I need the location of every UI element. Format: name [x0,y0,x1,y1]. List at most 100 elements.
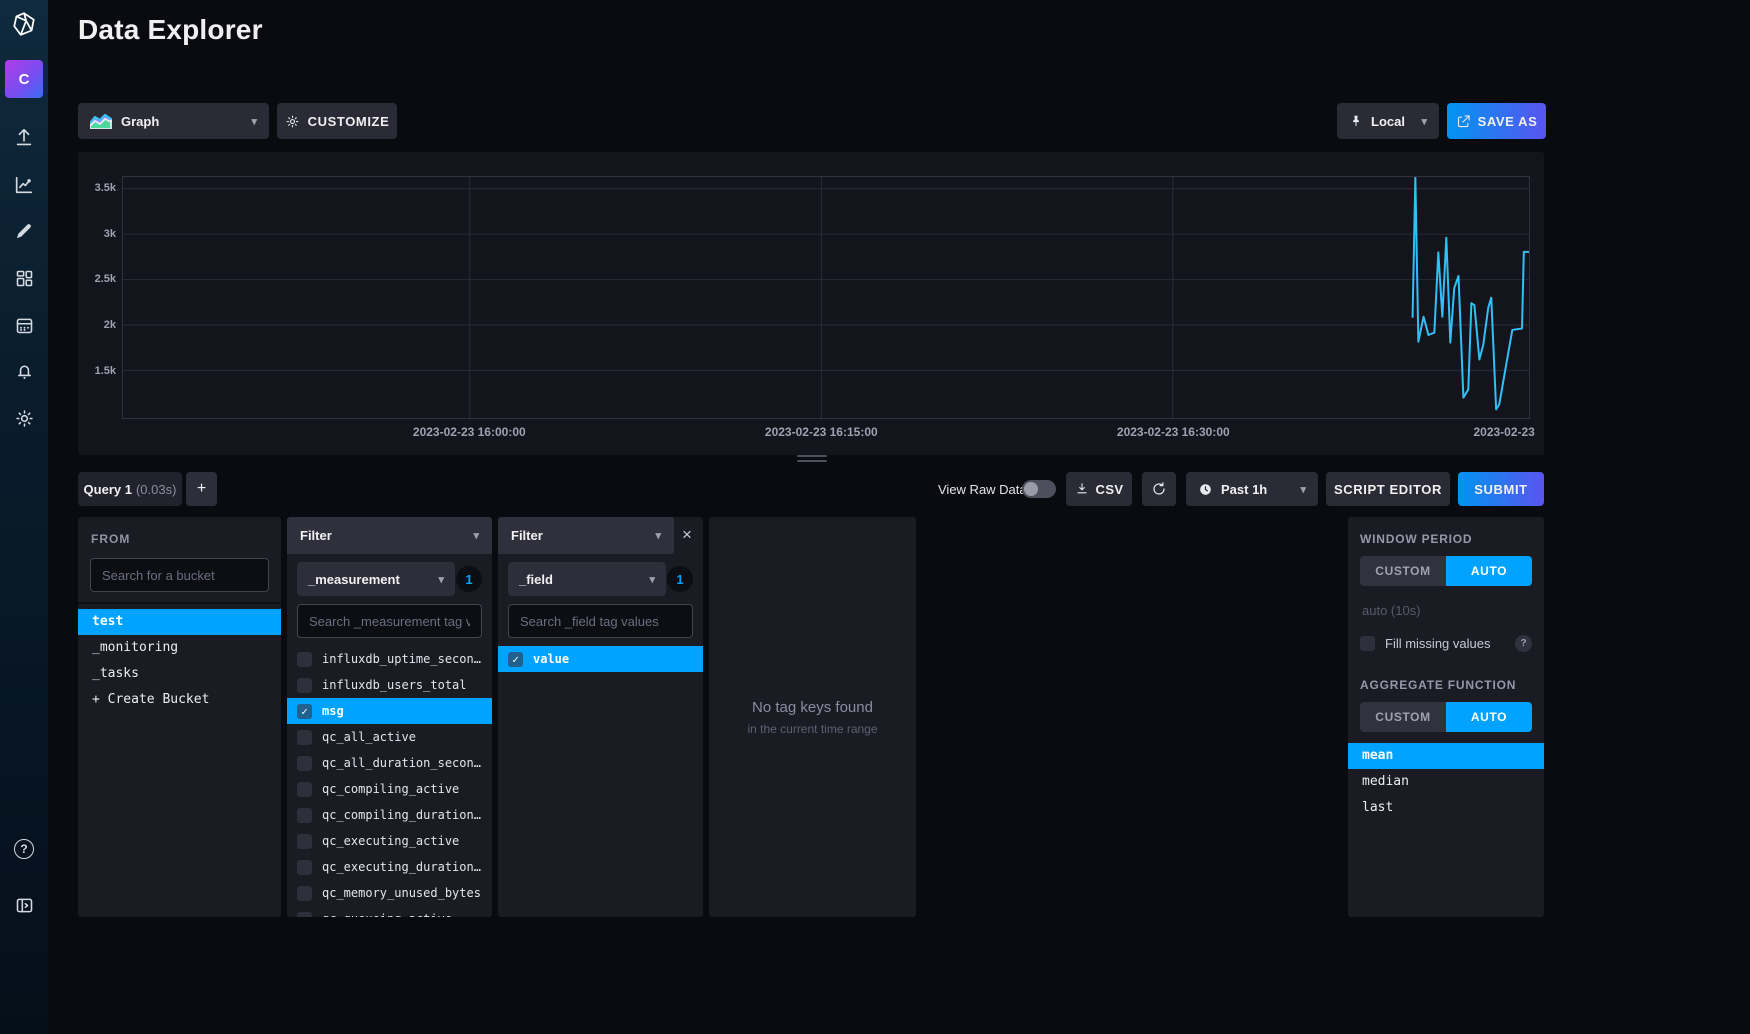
save-as-button[interactable]: SAVE AS [1447,103,1546,139]
chevron-down-icon: ▾ [473,529,479,542]
checkbox-unchecked[interactable] [297,886,312,901]
aggregate-function-item[interactable]: mean [1348,743,1544,769]
csv-button[interactable]: CSV [1066,472,1132,506]
window-period-panel: WINDOW PERIOD CUSTOM AUTO auto (10s) Fil… [1348,517,1544,917]
measurement-item[interactable]: qc_all_duration_secon… [287,750,492,776]
measurement-item[interactable]: qc_queueing_active [287,906,492,917]
measurement-key-dropdown[interactable]: _measurement ▾ [297,562,455,596]
field-key-dropdown[interactable]: _field ▾ [508,562,666,596]
bucket-item[interactable]: test [78,609,281,635]
add-query-button[interactable]: + [186,472,217,506]
bucket-item[interactable]: _monitoring [78,635,281,661]
item-label: qc_executing_active [322,834,459,848]
auto-tab[interactable]: AUTO [1446,702,1532,732]
field-value-item[interactable]: ✓value [498,646,703,672]
chevron-down-icon: ▾ [438,573,444,586]
item-label: influxdb_users_total [322,678,467,692]
y-tick-label: 2.5k [78,273,116,285]
clock-icon [1198,482,1213,497]
window-period-value: auto (10s) [1362,603,1530,618]
time-range-dropdown[interactable]: Past 1h ▾ [1186,472,1318,506]
measurement-item[interactable]: influxdb_users_total [287,672,492,698]
refresh-icon [1151,481,1167,497]
aggregate-function-item[interactable]: last [1348,795,1544,821]
item-label: msg [322,704,344,718]
nav-tasks-icon[interactable] [0,308,48,342]
auto-tab[interactable]: AUTO [1446,556,1532,586]
item-label: qc_all_duration_secon… [322,756,481,770]
checkbox-unchecked[interactable] [297,782,312,797]
checkbox-unchecked[interactable] [297,834,312,849]
y-tick-label: 3k [78,228,116,240]
customize-button[interactable]: CUSTOMIZE [277,103,397,139]
aggregate-function-item[interactable]: median [1348,769,1544,795]
bucket-item[interactable]: _tasks [78,661,281,687]
checkbox-checked[interactable]: ✓ [508,652,523,667]
refresh-button[interactable] [1142,472,1176,506]
checkbox-unchecked[interactable] [297,678,312,693]
nav-alerts-icon[interactable] [0,354,48,388]
checkbox-checked[interactable]: ✓ [297,704,312,719]
submit-button[interactable]: SUBMIT [1458,472,1544,506]
bucket-item[interactable]: + Create Bucket [78,687,281,713]
x-tick-label: 2023-02-23 16:30:00 [1117,425,1230,439]
nav-settings-icon[interactable] [0,401,48,435]
measurement-item[interactable]: qc_executing_duration… [287,854,492,880]
chevron-down-icon: ▾ [1300,483,1306,496]
measurement-item[interactable]: qc_memory_unused_bytes [287,880,492,906]
view-raw-data-toggle[interactable] [1022,480,1056,498]
nav-notebooks-icon[interactable] [0,214,48,248]
filter-type-dropdown[interactable]: Filter ▾ [498,517,674,554]
script-editor-button[interactable]: SCRIPT EDITOR [1326,472,1450,506]
view-raw-data-label: View Raw Data [938,479,1027,499]
measurement-item[interactable]: qc_compiling_duration… [287,802,492,828]
graph-type-label: Graph [121,114,159,129]
x-tick-label: 2023-02-23 16:15:00 [765,425,878,439]
x-tick-label: 2023-02-23 [1473,425,1534,439]
measurement-search-input[interactable] [298,614,481,629]
custom-tab[interactable]: CUSTOM [1360,556,1446,586]
nav-upload-icon[interactable] [0,121,48,155]
y-tick-label: 3.5k [78,182,116,194]
measurement-item[interactable]: qc_all_active [287,724,492,750]
nav-sidebar: C ? [0,0,48,1034]
window-period-title: WINDOW PERIOD [1360,532,1532,546]
measurement-list: influxdb_uptime_secon… influxdb_users_tot… [287,646,492,917]
nav-data-explorer-icon[interactable] [0,168,48,202]
bucket-search-input[interactable] [91,568,268,583]
checkbox-unchecked[interactable] [297,730,312,745]
checkbox-unchecked[interactable] [297,756,312,771]
local-dropdown[interactable]: Local ▾ [1337,103,1439,139]
field-filter-panel: Filter ▾ × _field ▾ 1 ✓value [498,517,703,917]
plot-area[interactable] [122,176,1530,419]
measurement-item[interactable]: ✓ msg [287,698,492,724]
measurement-item[interactable]: qc_compiling_active [287,776,492,802]
nav-help-icon[interactable]: ? [0,832,48,866]
filter-type-dropdown[interactable]: Filter ▾ [287,517,492,554]
influxdb-logo-icon[interactable] [0,0,48,48]
query-tab[interactable]: Query 1 (0.03s) [78,472,182,506]
field-search-input[interactable] [509,614,692,629]
graph-type-dropdown[interactable]: Graph ▾ [78,103,269,139]
chevron-down-icon: ▾ [251,115,257,128]
org-avatar[interactable]: C [5,60,43,98]
fill-missing-checkbox[interactable] [1360,636,1375,651]
remove-filter-close-icon[interactable]: × [676,524,698,546]
y-tick-label: 2k [78,319,116,331]
custom-tab[interactable]: CUSTOM [1360,702,1446,732]
nav-dashboards-icon[interactable] [0,261,48,295]
chevron-down-icon: ▾ [1421,115,1427,128]
resize-handle[interactable] [797,455,827,465]
checkbox-unchecked[interactable] [297,860,312,875]
item-label: qc_compiling_duration… [322,808,481,822]
checkbox-unchecked[interactable] [297,652,312,667]
chevron-down-icon: ▾ [655,529,661,542]
from-title: FROM [78,517,281,546]
checkbox-unchecked[interactable] [297,912,312,918]
help-icon[interactable]: ? [1515,635,1532,652]
measurement-item[interactable]: qc_executing_active [287,828,492,854]
checkbox-unchecked[interactable] [297,808,312,823]
measurement-item[interactable]: influxdb_uptime_secon… [287,646,492,672]
nav-toggle-sidebar-icon[interactable] [0,888,48,922]
item-label: qc_executing_duration… [322,860,481,874]
